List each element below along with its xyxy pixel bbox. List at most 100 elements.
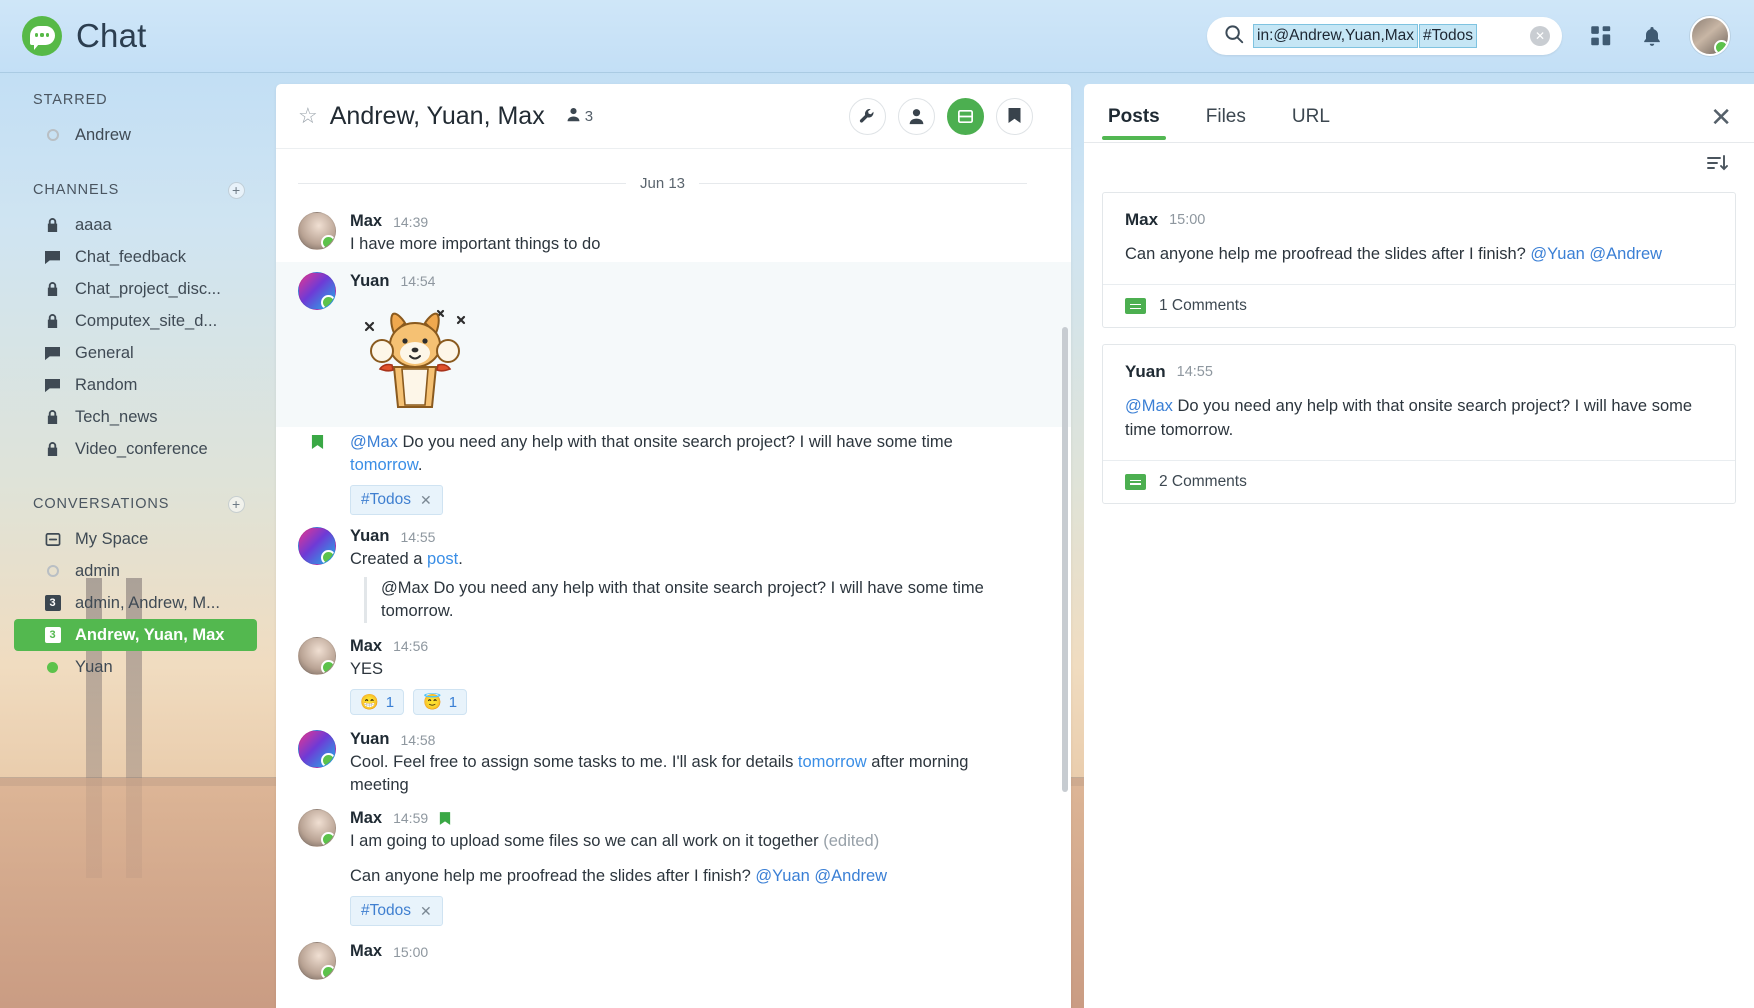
right-panel: Posts Files URL ✕ Max 15:00 Can anyone h… [1084,84,1754,1008]
add-channel-icon[interactable]: + [228,182,245,199]
mention-max[interactable]: @Max [1125,397,1173,415]
lock-icon [44,281,61,297]
message-item: Max 15:00 [276,936,1071,986]
sidebar-item-label: Tech_news [75,408,158,427]
sidebar-item-andrew-yuan-max[interactable]: 3 Andrew, Yuan, Max [14,619,257,651]
post-comments-row[interactable]: 1 Comments [1103,284,1735,327]
chat-header-actions [849,98,1033,135]
sidebar-item-chat-project-disc[interactable]: Chat_project_disc... [0,273,275,305]
clear-search-icon[interactable]: ✕ [1530,26,1550,46]
tag-chip-todos[interactable]: #Todos ✕ [350,896,443,926]
sidebar-item-yuan[interactable]: Yuan [0,651,275,683]
chat-bubble-logo-icon [22,16,62,56]
panel-icon[interactable] [947,98,984,135]
group-badge-icon: 3 [44,595,61,611]
quoted-message: @Max Do you need any help with that onsi… [364,577,1027,623]
member-count[interactable]: 3 [565,106,593,127]
app-title: Chat [76,17,147,55]
bell-icon[interactable] [1640,24,1664,49]
close-icon[interactable]: ✕ [420,492,432,509]
post-card[interactable]: Max 15:00 Can anyone help me proofread t… [1102,192,1736,328]
avatar[interactable] [298,212,336,250]
star-outline-icon[interactable]: ☆ [298,103,318,129]
user-avatar[interactable] [1690,16,1730,56]
sidebar-item-andrew[interactable]: Andrew [0,119,275,151]
message-item: Yuan 14:58 Cool. Feel free to assign som… [276,724,1071,803]
message-item: @Max Do you need any help with that onsi… [276,427,1071,522]
sidebar-item-admin[interactable]: admin [0,555,275,587]
sidebar-item-chat-feedback[interactable]: Chat_feedback [0,241,275,273]
person-icon[interactable] [898,98,935,135]
avatar[interactable] [298,809,336,847]
message-text: YES [350,658,1027,681]
avatar[interactable] [298,942,336,980]
reaction-count: 1 [386,694,394,711]
sidebar-section-channels: CHANNELS + [0,171,275,209]
mention-yuan[interactable]: @Yuan [755,867,809,885]
apps-grid-icon[interactable] [1588,23,1614,49]
message-author: Max [350,942,382,961]
post-text: Can anyone help me proofread the slides … [1125,243,1713,266]
sidebar-item-label: Yuan [75,658,113,677]
reaction-chip[interactable]: 😇 1 [413,689,467,715]
reaction-chip[interactable]: 😁 1 [350,689,404,715]
message-scrollbar[interactable] [1062,327,1068,792]
post-author: Yuan [1125,362,1166,382]
wrench-icon[interactable] [849,98,886,135]
shiba-dog-sticker[interactable] [350,293,478,421]
mention-max[interactable]: @Max [350,433,398,451]
message-time: 14:39 [393,214,428,230]
search-token-scope[interactable]: in:@Andrew,Yuan,Max [1253,24,1418,48]
channel-icon [44,346,61,361]
sidebar-item-label: aaaa [75,216,112,235]
sidebar-item-aaaa[interactable]: aaaa [0,209,275,241]
avatar[interactable] [298,527,336,565]
avatar[interactable] [298,637,336,675]
close-icon[interactable]: ✕ [420,903,432,920]
search-input[interactable]: in:@Andrew,Yuan,Max #Todos ✕ [1207,17,1562,55]
sidebar-item-random[interactable]: Random [0,369,275,401]
close-icon[interactable]: ✕ [1710,104,1732,130]
sidebar-item-computex-site-d[interactable]: Computex_site_d... [0,305,275,337]
app-logo[interactable]: Chat [22,16,147,56]
link-tomorrow[interactable]: tomorrow [350,456,418,474]
message-list[interactable]: Jun 13 Max 14:39 I have more important t… [276,149,1071,1008]
mention-andrew[interactable]: @Andrew [814,867,887,885]
avatar[interactable] [298,730,336,768]
sidebar-item-admin-andrew-m[interactable]: 3 admin, Andrew, M... [0,587,275,619]
sidebar-item-my-space[interactable]: My Space [0,523,275,555]
bookmark-icon[interactable] [996,98,1033,135]
sidebar-item-video-conference[interactable]: Video_conference [0,433,275,465]
bookmark-flag-icon[interactable] [439,811,451,826]
post-card[interactable]: Yuan 14:55 @Max Do you need any help wit… [1102,344,1736,504]
add-conversation-icon[interactable]: + [228,496,245,513]
link-tomorrow[interactable]: tomorrow [798,753,867,771]
inbox-icon [44,532,61,547]
search-token-tag[interactable]: #Todos [1419,24,1477,48]
sort-descending-icon[interactable] [1706,153,1728,178]
tag-chip-todos[interactable]: #Todos ✕ [350,485,443,515]
post-text: @Max Do you need any help with that onsi… [1125,395,1713,442]
date-separator-label: Jun 13 [640,175,685,192]
date-separator: Jun 13 [276,149,1071,206]
mention-andrew[interactable]: @Andrew [1589,245,1662,263]
mention-max[interactable]: @Max [381,579,429,597]
tab-files[interactable]: Files [1204,106,1248,140]
reaction-list: 😁 1 😇 1 [350,689,1027,715]
sidebar-item-tech-news[interactable]: Tech_news [0,401,275,433]
chat-header: ☆ Andrew, Yuan, Max 3 [276,84,1071,149]
tab-url[interactable]: URL [1290,106,1332,140]
post-author: Max [1125,210,1158,230]
sidebar-item-general[interactable]: General [0,337,275,369]
link-tomorrow[interactable]: tomorrow [381,602,449,620]
post-comments-row[interactable]: 2 Comments [1103,460,1735,503]
message-author: Max [350,637,382,656]
bookmark-flag-icon[interactable] [298,431,336,450]
mention-yuan[interactable]: @Yuan [1530,245,1584,263]
tab-posts[interactable]: Posts [1106,106,1162,140]
channel-icon [44,250,61,265]
emoji-halo-icon: 😇 [423,693,442,711]
post-comment-count: 1 Comments [1159,297,1247,315]
link-post[interactable]: post [427,550,458,568]
avatar[interactable] [298,272,336,310]
